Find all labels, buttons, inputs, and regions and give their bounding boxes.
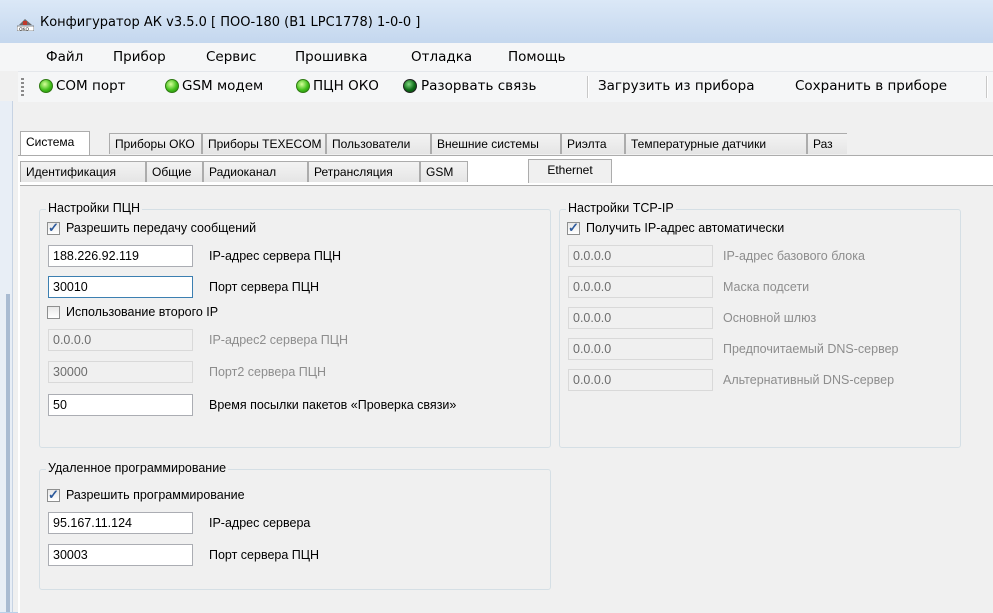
checkbox-label: Разрешить программирование bbox=[66, 488, 245, 502]
ping-interval-input[interactable]: 50 bbox=[48, 394, 193, 416]
group-title: Настройки ПЦН bbox=[46, 201, 143, 215]
tab-relay[interactable]: Ретрансляция bbox=[308, 161, 420, 182]
gateway-input[interactable]: 0.0.0.0 bbox=[568, 307, 713, 329]
dns-alt-input[interactable]: 0.0.0.0 bbox=[568, 369, 713, 391]
save-to-device-button[interactable]: Сохранить в приборе bbox=[795, 78, 947, 94]
toolbar-separator bbox=[587, 76, 589, 98]
disconnect-label: Разорвать связь bbox=[421, 78, 537, 94]
load-from-device-button[interactable]: Загрузить из прибора bbox=[598, 78, 754, 94]
pcn-server-ip2-input[interactable]: 0.0.0.0 bbox=[48, 329, 193, 351]
tcpip-settings-group: Настройки TCP-IP Получить IP-адрес автом… bbox=[559, 201, 961, 448]
pcn-server-port-input[interactable]: 30010 bbox=[48, 276, 193, 298]
field-label: Время посылки пакетов «Проверка связи» bbox=[209, 398, 457, 412]
com-port-label: COM порт bbox=[56, 78, 126, 94]
menu-debug[interactable]: Отладка bbox=[411, 49, 472, 65]
tab-radio[interactable]: Радиоканал bbox=[203, 161, 308, 182]
tab-oko-devices[interactable]: Приборы ОКО bbox=[109, 133, 202, 154]
field-label: Основной шлюз bbox=[723, 311, 817, 325]
menu-help[interactable]: Помощь bbox=[508, 49, 566, 65]
tab-external-systems[interactable]: Внешние системы bbox=[431, 133, 561, 154]
tab-general[interactable]: Общие bbox=[146, 161, 203, 182]
field-label: IP-адрес2 сервера ПЦН bbox=[209, 333, 349, 347]
tab-users[interactable]: Пользователи bbox=[326, 133, 431, 154]
main-tab-strip: Система Приборы ОКО Приборы TEXECOM Поль… bbox=[18, 131, 993, 155]
toolbar-separator bbox=[986, 76, 988, 98]
tab-temperature-sensors[interactable]: Температурные датчики bbox=[625, 133, 807, 154]
pcn-settings-group: Настройки ПЦН Разрешить передачу сообщен… bbox=[39, 201, 551, 448]
checkbox-label: Разрешить передачу сообщений bbox=[66, 221, 257, 235]
pcn-server-ip-input[interactable]: 188.226.92.119 bbox=[48, 245, 193, 267]
field-label: Порт2 сервера ПЦН bbox=[209, 365, 327, 379]
tab-rielta[interactable]: Риэлта bbox=[561, 133, 625, 154]
field-label: Маска подсети bbox=[723, 280, 810, 294]
menu-device[interactable]: Прибор bbox=[113, 49, 166, 65]
group-title: Удаленное программирование bbox=[46, 461, 229, 475]
field-label: IP-адрес сервера bbox=[209, 516, 311, 530]
tab-identification[interactable]: Идентификация bbox=[20, 161, 146, 182]
dns-primary-input[interactable]: 0.0.0.0 bbox=[568, 338, 713, 360]
checkbox-label: Использование второго IP bbox=[66, 305, 219, 319]
menu-service[interactable]: Сервис bbox=[206, 49, 256, 65]
remote-server-port-input[interactable]: 30003 bbox=[48, 544, 193, 566]
tab-gsm[interactable]: GSM bbox=[420, 161, 468, 182]
sub-tab-strip: Идентификация Общие Радиоканал Ретрансля… bbox=[20, 159, 620, 185]
checkbox-label: Получить IP-адрес автоматически bbox=[586, 221, 785, 235]
status-led-icon bbox=[165, 79, 179, 93]
auto-ip-checkbox[interactable] bbox=[567, 220, 580, 236]
tab-ethernet[interactable]: Ethernet bbox=[528, 159, 612, 183]
menu-file[interactable]: Файл bbox=[46, 49, 83, 65]
field-label: Альтернативный DNS-сервер bbox=[723, 373, 895, 387]
status-led-icon bbox=[296, 79, 310, 93]
status-led-icon bbox=[39, 79, 53, 93]
remote-programming-group: Удаленное программирование Разрешить про… bbox=[39, 461, 551, 590]
tab-overflow[interactable]: Раз bbox=[807, 133, 847, 154]
app-window: OKO Конфигуратор АК v3.5.0 [ ПОО-180 (В1… bbox=[0, 0, 993, 613]
left-dock-strip bbox=[0, 101, 13, 612]
subnet-mask-input[interactable]: 0.0.0.0 bbox=[568, 276, 713, 298]
window-title: Конфигуратор АК v3.5.0 [ ПОО-180 (В1 LPC… bbox=[40, 15, 421, 30]
group-title: Настройки TCP-IP bbox=[566, 201, 676, 215]
field-label: Предпочитаемый DNS-сервер bbox=[723, 342, 899, 356]
tab-texecom-devices[interactable]: Приборы TEXECOM bbox=[202, 133, 326, 154]
gsm-modem-label: GSM модем bbox=[182, 78, 264, 94]
pcn-oko-label: ПЦН ОКО bbox=[313, 78, 379, 94]
status-led-icon bbox=[403, 79, 417, 93]
allow-messages-checkbox[interactable] bbox=[47, 220, 60, 236]
field-label: IP-адрес сервера ПЦН bbox=[209, 249, 342, 263]
title-bar: OKO Конфигуратор АК v3.5.0 [ ПОО-180 (В1… bbox=[0, 0, 993, 44]
remote-server-ip-input[interactable]: 95.167.11.124 bbox=[48, 512, 193, 534]
menu-firmware[interactable]: Прошивка bbox=[295, 49, 368, 65]
svg-text:OKO: OKO bbox=[19, 27, 30, 32]
ethernet-panel: Настройки ПЦН Разрешить передачу сообщен… bbox=[20, 185, 993, 613]
tab-system[interactable]: Система bbox=[20, 131, 90, 155]
field-label: Порт сервера ПЦН bbox=[209, 548, 320, 562]
field-label: IP-адрес базового блока bbox=[723, 249, 865, 263]
toolbar-grip[interactable] bbox=[21, 78, 24, 96]
pcn-server-port2-input[interactable]: 30000 bbox=[48, 361, 193, 383]
oko-app-icon: OKO bbox=[17, 19, 34, 32]
toolbar: COM порт GSM модем ПЦН ОКО Разорвать свя… bbox=[18, 71, 993, 102]
base-ip-input[interactable]: 0.0.0.0 bbox=[568, 245, 713, 267]
allow-programming-checkbox[interactable] bbox=[47, 487, 60, 503]
menu-bar: Файл Прибор Сервис Прошивка Отладка Помо… bbox=[0, 43, 993, 71]
field-label: Порт сервера ПЦН bbox=[209, 280, 320, 294]
use-second-ip-checkbox[interactable] bbox=[47, 306, 60, 319]
